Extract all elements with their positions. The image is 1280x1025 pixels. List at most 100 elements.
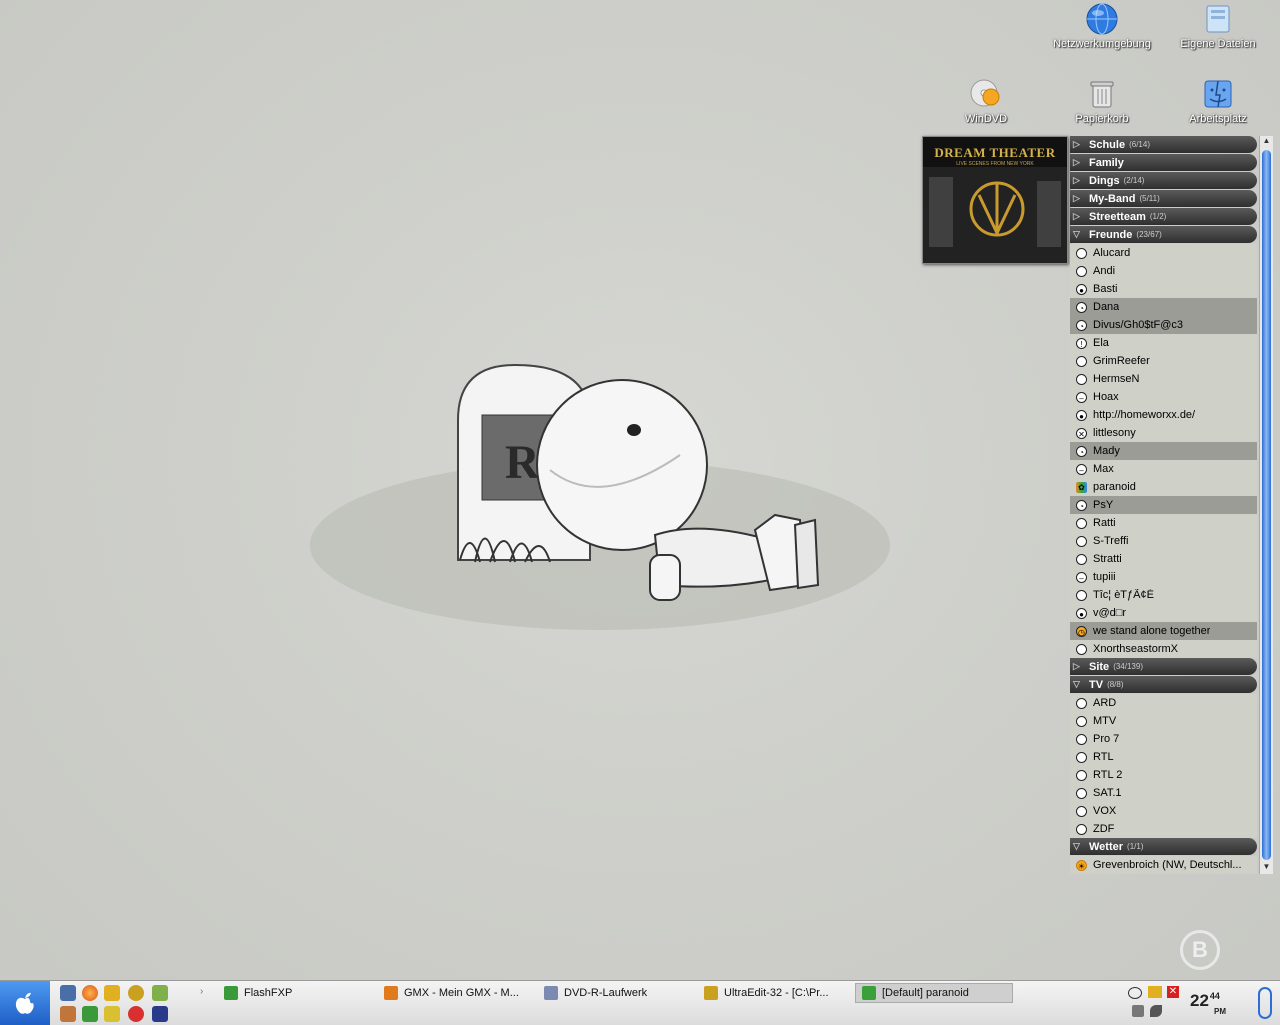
task-app-icon bbox=[862, 986, 876, 1000]
buddy-row[interactable]: ◔ Dana bbox=[1070, 298, 1257, 316]
group-count: (8/8) bbox=[1107, 680, 1124, 689]
buddy-name: RTL bbox=[1093, 751, 1114, 763]
scroll-down-arrow-icon[interactable]: ▼ bbox=[1260, 862, 1273, 874]
scroll-up-arrow-icon[interactable]: ▲ bbox=[1260, 136, 1273, 148]
buddy-row[interactable]: VOX bbox=[1070, 802, 1257, 820]
desktop-icon-workplace[interactable]: Arbeitsplatz bbox=[1163, 77, 1273, 125]
desktop-icon-network[interactable]: Netzwerkumgebung bbox=[1047, 2, 1157, 50]
quicklaunch-game-icon[interactable] bbox=[104, 1006, 120, 1022]
tray-network-icon[interactable] bbox=[1132, 1005, 1144, 1017]
group-header-wetter[interactable]: ▽ Wetter (1/1) bbox=[1070, 838, 1257, 855]
start-button[interactable] bbox=[0, 981, 50, 1025]
desktop-icon-windvd[interactable]: WinDVD bbox=[931, 77, 1041, 125]
buddy-row[interactable]: ZDF bbox=[1070, 820, 1257, 838]
taskbar-button[interactable]: [Default] paranoid bbox=[855, 983, 1013, 1003]
taskbar-clock[interactable]: 2244 PM bbox=[1190, 991, 1226, 1016]
buddy-row[interactable]: – tupiii bbox=[1070, 568, 1257, 586]
buddy-row[interactable]: ● http://homeworxx.de/ bbox=[1070, 406, 1257, 424]
buddy-row[interactable]: ✕ littlesony bbox=[1070, 424, 1257, 442]
group-header-streetteam[interactable]: ▷ Streetteam (1/2) bbox=[1070, 208, 1257, 225]
group-header-dings[interactable]: ▷ Dings (2/14) bbox=[1070, 172, 1257, 189]
buddy-row[interactable]: S-Treffi bbox=[1070, 532, 1257, 550]
buddy-row[interactable]: ARD bbox=[1070, 694, 1257, 712]
quicklaunch-pen-icon[interactable] bbox=[152, 985, 168, 1001]
group-header-my-band[interactable]: ▷ My-Band (5/11) bbox=[1070, 190, 1257, 207]
buddy-row[interactable]: RTL 2 bbox=[1070, 766, 1257, 784]
status-clock-icon: ◷ bbox=[1076, 625, 1087, 637]
quicklaunch-star-icon[interactable] bbox=[152, 1006, 168, 1022]
quicklaunch-expand-chevron-icon[interactable]: › bbox=[200, 986, 203, 997]
group-header-tv[interactable]: ▽ TV (8/8) bbox=[1070, 676, 1257, 693]
tray-flashfxp-icon[interactable] bbox=[1148, 986, 1162, 998]
buddy-row[interactable]: ! Ela bbox=[1070, 334, 1257, 352]
task-app-icon bbox=[544, 986, 558, 1000]
quicklaunch-flashfxp-icon[interactable] bbox=[104, 985, 120, 1001]
status-online-icon bbox=[1076, 265, 1087, 277]
taskbar-button[interactable]: UltraEdit-32 - [C:\Pr... bbox=[698, 983, 848, 1003]
buddy-row[interactable]: XnorthseastormX bbox=[1070, 640, 1257, 658]
desktop-icon-my-files[interactable]: Eigene Dateien bbox=[1163, 2, 1273, 50]
taskbar-button[interactable]: FlashFXP bbox=[218, 983, 368, 1003]
buddy-row[interactable]: Pro 7 bbox=[1070, 730, 1257, 748]
taskbar: › FlashFXP GMX - Mein GMX - M... DVD-R-Lau… bbox=[0, 980, 1280, 1025]
buddy-row[interactable]: Stratti bbox=[1070, 550, 1257, 568]
status-online-icon bbox=[1076, 517, 1087, 529]
tray-chat-icon[interactable] bbox=[1128, 987, 1142, 999]
buddy-row[interactable]: ◔ Divus/Gh0$tF@c3 bbox=[1070, 316, 1257, 334]
taskbar-button[interactable]: GMX - Mein GMX - M... bbox=[378, 983, 528, 1003]
quicklaunch-flashfxp2-icon[interactable] bbox=[82, 1006, 98, 1022]
buddy-row[interactable]: ◔ Mady bbox=[1070, 442, 1257, 460]
desktop-icon-label: Netzwerkumgebung bbox=[1053, 38, 1151, 50]
group-count: (5/11) bbox=[1139, 194, 1160, 203]
buddy-list[interactable]: ▷ Schule (6/14) ▷ Family ▷ Dings (2/14) ▷ My-Band… bbox=[1070, 136, 1257, 874]
desktop-icon-recycle-bin[interactable]: Papierkorb bbox=[1047, 77, 1157, 125]
buddy-list-scrollbar[interactable]: ▲ ▼ bbox=[1259, 136, 1273, 874]
buddy-row[interactable]: Alucard bbox=[1070, 244, 1257, 262]
buddy-row[interactable]: RTL bbox=[1070, 748, 1257, 766]
quicklaunch-app-icon[interactable] bbox=[60, 1006, 76, 1022]
buddy-row[interactable]: HermseN bbox=[1070, 370, 1257, 388]
taskbar-button[interactable]: DVD-R-Laufwerk bbox=[538, 983, 688, 1003]
buddy-row[interactable]: Tîc¦ èTƒÃ¢É bbox=[1070, 586, 1257, 604]
buddy-row[interactable]: ◔ PsY bbox=[1070, 496, 1257, 514]
task-label: [Default] paranoid bbox=[882, 987, 969, 999]
scrollbar-thumb[interactable] bbox=[1262, 150, 1271, 860]
clock-hour: 22 bbox=[1190, 991, 1209, 1010]
status-dnd-icon: ● bbox=[1076, 607, 1087, 619]
group-header-schule[interactable]: ▷ Schule (6/14) bbox=[1070, 136, 1257, 153]
buddy-row[interactable]: – Hoax bbox=[1070, 388, 1257, 406]
group-name: Dings bbox=[1089, 174, 1120, 187]
buddy-row[interactable]: SAT.1 bbox=[1070, 784, 1257, 802]
buddy-name: VOX bbox=[1093, 805, 1117, 817]
quicklaunch-show-desktop-icon[interactable] bbox=[60, 985, 76, 1001]
buddy-row[interactable]: MTV bbox=[1070, 712, 1257, 730]
group-header-freunde[interactable]: ▽ Freunde (23/67) bbox=[1070, 226, 1257, 243]
tray-close-icon[interactable]: ✕ bbox=[1167, 986, 1179, 998]
buddy-name: paranoid bbox=[1093, 481, 1136, 493]
show-desktop-button[interactable] bbox=[1258, 987, 1272, 1019]
buddy-row[interactable]: ● v@d□r bbox=[1070, 604, 1257, 622]
tray-phone-icon[interactable] bbox=[1150, 1005, 1162, 1017]
group-header-site[interactable]: ▷ Site (34/139) bbox=[1070, 658, 1257, 675]
status-online-icon bbox=[1076, 643, 1087, 655]
buddy-row[interactable]: Andi bbox=[1070, 262, 1257, 280]
quicklaunch-skype-icon[interactable] bbox=[128, 1006, 144, 1022]
status-away-icon: ◔ bbox=[1076, 445, 1087, 457]
buddy-name: GrimReefer bbox=[1093, 355, 1150, 367]
status-online-icon bbox=[1076, 715, 1087, 727]
group-header-family[interactable]: ▷ Family bbox=[1070, 154, 1257, 171]
status-away-icon: ◔ bbox=[1076, 499, 1087, 511]
buddy-row[interactable]: ✿ paranoid bbox=[1070, 478, 1257, 496]
buddy-row[interactable]: GrimReefer bbox=[1070, 352, 1257, 370]
task-label: DVD-R-Laufwerk bbox=[564, 987, 648, 999]
triangle-down-icon: ▽ bbox=[1073, 229, 1080, 239]
buddy-row[interactable]: Ratti bbox=[1070, 514, 1257, 532]
buddy-row[interactable]: ● Basti bbox=[1070, 280, 1257, 298]
quicklaunch-firefox-icon[interactable] bbox=[82, 985, 98, 1001]
buddy-list-window[interactable]: ▷ Schule (6/14) ▷ Family ▷ Dings (2/14) ▷ My-Band… bbox=[1070, 136, 1273, 874]
group-count: (34/139) bbox=[1113, 662, 1143, 671]
buddy-row[interactable]: ◷ we stand alone together bbox=[1070, 622, 1257, 640]
buddy-row[interactable]: ☀ Grevenbroich (NW, Deutschl... bbox=[1070, 856, 1257, 874]
quicklaunch-ultraedit-icon[interactable] bbox=[128, 985, 144, 1001]
buddy-row[interactable]: – Max bbox=[1070, 460, 1257, 478]
